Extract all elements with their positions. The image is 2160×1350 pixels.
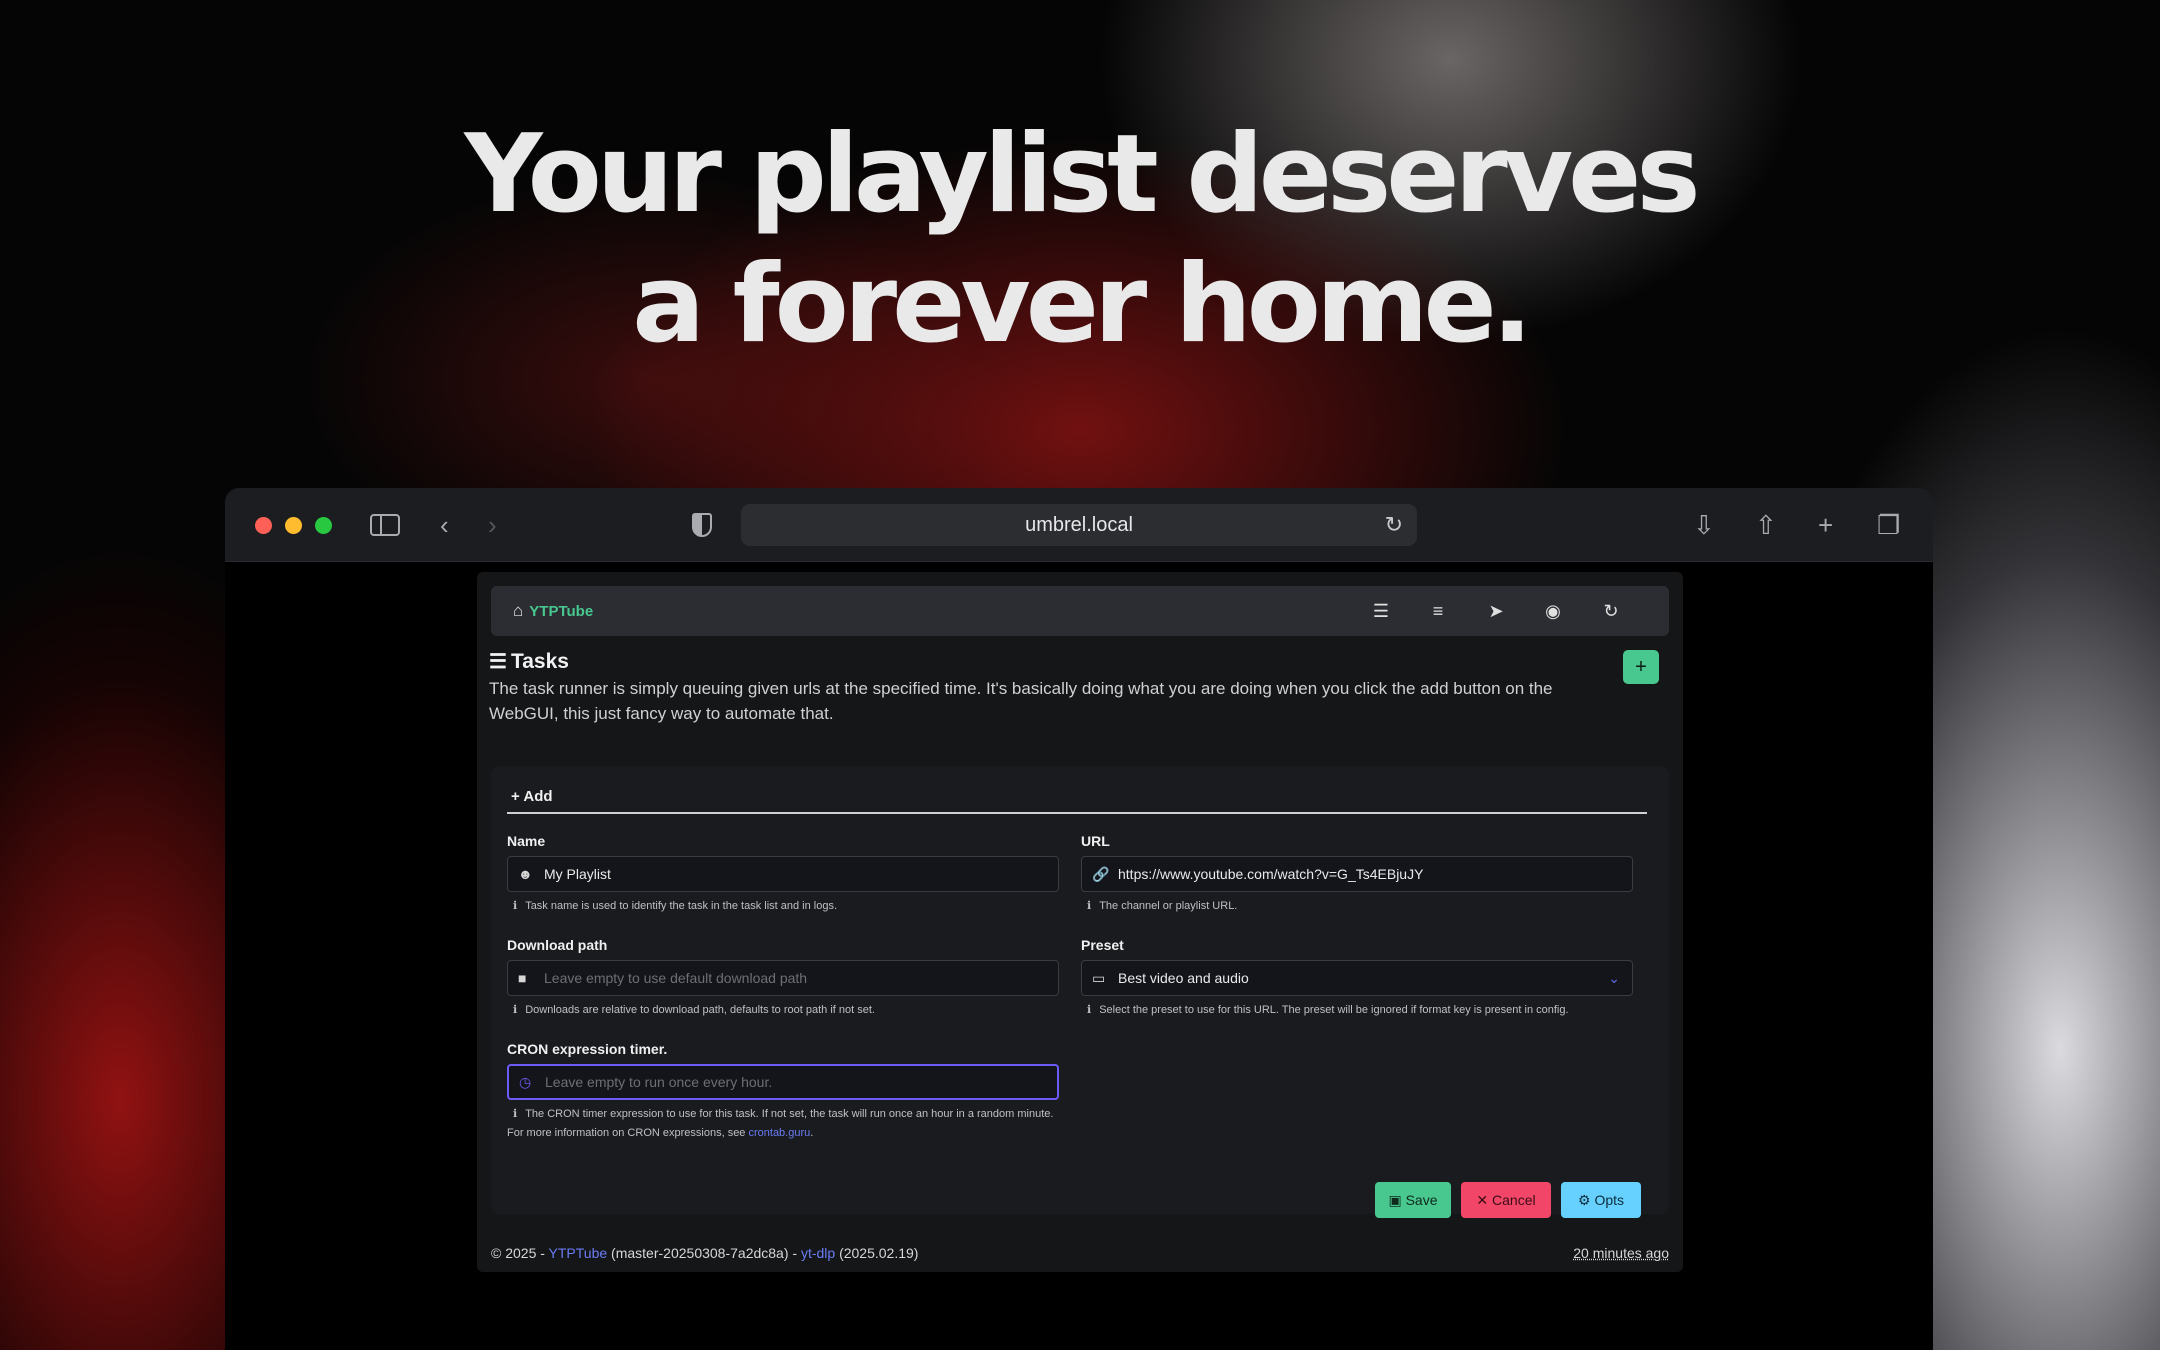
cron-more-suffix: . — [810, 1127, 814, 1139]
brand-label: YTPTube — [529, 603, 594, 620]
hero-line-2: a forever home. — [632, 242, 1533, 367]
info-icon: ℹ — [513, 1004, 518, 1016]
save-label: Save — [1405, 1192, 1438, 1208]
info-icon: ℹ — [1087, 900, 1092, 912]
download-path-help-text: Downloads are relative to download path,… — [525, 1004, 875, 1016]
task-list-icon[interactable]: ≡ — [1426, 586, 1450, 636]
minimize-window-button[interactable] — [285, 517, 302, 534]
task-list-icon: ☰ — [489, 651, 507, 673]
url-input[interactable]: 🔗 https://www.youtube.com/watch?v=G_Ts4E… — [1081, 856, 1633, 892]
hero-headline: Your playlist deserves a forever home. — [0, 110, 2160, 370]
footer-app-link[interactable]: YTPTube — [549, 1245, 608, 1261]
refresh-icon[interactable]: ↻ — [1599, 586, 1623, 636]
preset-select[interactable]: ▭ Best video and audio ⌄ — [1081, 960, 1633, 996]
save-button[interactable]: ▣ Save — [1375, 1182, 1451, 1218]
info-icon: ℹ — [513, 900, 518, 912]
page-title: Tasks — [510, 650, 569, 673]
cron-more-prefix: For more information on CRON expressions… — [507, 1127, 749, 1139]
name-value: My Playlist — [544, 866, 611, 882]
zoom-window-button[interactable] — [315, 517, 332, 534]
preset-field-group: Preset ▭ Best video and audio ⌄ ℹ Select … — [1081, 936, 1633, 1018]
cron-placeholder: Leave empty to run once every hour. — [545, 1074, 773, 1090]
close-icon: ✕ — [1476, 1192, 1489, 1208]
footer-copyright: © 2025 - — [491, 1245, 549, 1261]
url-value: https://www.youtube.com/watch?v=G_Ts4EBj… — [1118, 866, 1424, 882]
user-icon: ☻ — [518, 866, 533, 882]
link-icon: 🔗 — [1092, 866, 1110, 882]
save-icon: ▣ — [1388, 1192, 1402, 1208]
tabs-overview-icon[interactable]: ❐ — [1877, 508, 1900, 542]
address-bar[interactable]: umbrel.local ↻ — [741, 504, 1417, 546]
globe-icon[interactable]: ◉ — [1541, 586, 1565, 636]
cron-label: CRON expression timer. — [507, 1041, 668, 1057]
cancel-label: Cancel — [1492, 1192, 1536, 1208]
back-icon[interactable]: ‹ — [440, 508, 449, 542]
info-icon: ℹ — [1087, 1004, 1092, 1016]
shield-icon[interactable] — [692, 513, 712, 537]
new-tab-icon[interactable]: + — [1818, 508, 1833, 542]
cron-help-text: The CRON timer expression to use for thi… — [525, 1108, 1054, 1120]
paper-plane-icon[interactable]: ➤ — [1484, 586, 1508, 636]
info-icon: ℹ — [513, 1108, 518, 1120]
cron-more-info: For more information on CRON expressions… — [507, 1125, 1059, 1141]
name-help: ℹ Task name is used to identify the task … — [507, 898, 1059, 914]
opts-button[interactable]: ⚙ Opts — [1561, 1182, 1641, 1218]
browser-window: ‹ › umbrel.local ↻ ⇩ ⇧ + ❐ ⌂ YTPTube ☰ ≡ … — [225, 488, 1933, 1350]
crontab-guru-link[interactable]: crontab.guru — [748, 1127, 810, 1139]
preset-value: Best video and audio — [1118, 970, 1249, 986]
close-window-button[interactable] — [255, 517, 272, 534]
ytptube-page: ⌂ YTPTube ☰ ≡ ➤ ◉ ↻ ☰ Tasks The task runne… — [477, 572, 1683, 1272]
cron-field-group: CRON expression timer. ◷ Leave empty to … — [507, 1040, 1059, 1141]
add-task-button[interactable]: + — [1623, 650, 1659, 684]
forward-icon[interactable]: › — [488, 508, 497, 542]
url-field-group: URL 🔗 https://www.youtube.com/watch?v=G_… — [1081, 832, 1633, 914]
footer: © 2025 - YTPTube (master-20250308-7a2dc8… — [491, 1244, 1669, 1262]
home-icon: ⌂ — [513, 601, 524, 620]
url-help-text: The channel or playlist URL. — [1099, 900, 1238, 912]
name-input[interactable]: ☻ My Playlist — [507, 856, 1059, 892]
download-path-help: ℹ Downloads are relative to download path… — [507, 1002, 1059, 1018]
page-description: The task runner is simply queuing given … — [489, 679, 1553, 723]
url-help: ℹ The channel or playlist URL. — [1081, 898, 1633, 914]
form-header: + Add — [507, 784, 1647, 814]
download-path-input[interactable]: ■ Leave empty to use default download pa… — [507, 960, 1059, 996]
clock-icon: ◷ — [519, 1074, 532, 1090]
download-icon[interactable]: ⇩ — [1693, 508, 1715, 542]
sidebar-toggle-icon[interactable] — [370, 514, 400, 536]
add-task-form: + Add Name ☻ My Playlist ℹ Task name is u… — [491, 766, 1669, 1218]
url-label: URL — [1081, 833, 1110, 849]
monitor-icon: ▭ — [1092, 970, 1106, 986]
folder-icon: ■ — [518, 970, 527, 986]
download-path-placeholder: Leave empty to use default download path — [544, 970, 808, 986]
sliders-icon[interactable]: ☰ — [1369, 586, 1393, 636]
opts-label: Opts — [1594, 1192, 1625, 1208]
form-header-label: Add — [523, 788, 553, 805]
preset-help-text: Select the preset to use for this URL. T… — [1099, 1004, 1569, 1016]
reload-icon[interactable]: ↻ — [1385, 504, 1403, 546]
brand-link[interactable]: ⌂ YTPTube — [513, 586, 593, 636]
footer-updated-time: 20 minutes ago — [1573, 1245, 1669, 1261]
name-field-group: Name ☻ My Playlist ℹ Task name is used to… — [507, 832, 1059, 914]
browser-toolbar: ‹ › umbrel.local ↻ ⇩ ⇧ + ❐ — [225, 488, 1933, 562]
footer-version: (master-20250308-7a2dc8a) - — [607, 1245, 801, 1261]
top-navbar: ⌂ YTPTube ☰ ≡ ➤ ◉ ↻ — [491, 586, 1669, 636]
cron-help: ℹ The CRON timer expression to use for th… — [507, 1106, 1059, 1122]
download-path-label: Download path — [507, 937, 608, 953]
hero-line-1: Your playlist deserves — [464, 112, 1700, 237]
address-text: umbrel.local — [1025, 514, 1133, 536]
share-icon[interactable]: ⇧ — [1755, 508, 1777, 542]
cron-input[interactable]: ◷ Leave empty to run once every hour. — [507, 1064, 1059, 1100]
page-header: ☰ Tasks — [489, 648, 569, 676]
plus-icon: + — [511, 788, 520, 805]
name-help-text: Task name is used to identify the task i… — [525, 900, 838, 912]
footer-ytdlp-version: (2025.02.19) — [835, 1245, 919, 1261]
download-path-field-group: Download path ■ Leave empty to use defau… — [507, 936, 1059, 1018]
gear-icon: ⚙ — [1577, 1192, 1591, 1208]
chevron-down-icon: ⌄ — [1608, 970, 1620, 986]
name-label: Name — [507, 833, 546, 849]
footer-ytdlp-link[interactable]: yt-dlp — [801, 1245, 835, 1261]
preset-label: Preset — [1081, 937, 1124, 953]
cancel-button[interactable]: ✕ Cancel — [1461, 1182, 1551, 1218]
preset-help: ℹ Select the preset to use for this URL. … — [1081, 1002, 1633, 1018]
